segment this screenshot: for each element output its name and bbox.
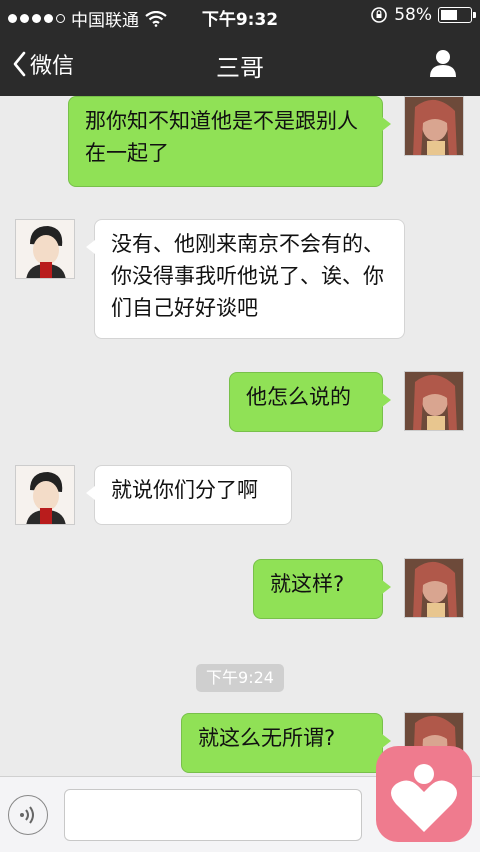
message-text: 就这么无所谓? [198,726,336,750]
my-avatar[interactable] [404,371,464,431]
message-text: 那你知不知道他是不是跟别人在一起了 [85,109,358,165]
battery-icon [438,7,476,23]
chat-title: 三哥 [216,54,264,82]
message-text: 他怎么说的 [246,385,351,409]
message-text: 就这样? [270,572,345,596]
my-avatar[interactable] [404,96,464,156]
message-input[interactable] [64,789,362,841]
avatar-photo-icon [405,97,463,155]
status-right: 58% [370,5,476,25]
heart-app-icon [391,764,457,832]
nav-bar: 微信 三哥 [0,32,480,96]
top-bar: 中国联通 下午9:32 58% 微信 三哥 [0,0,480,96]
my-avatar[interactable] [404,558,464,618]
avatar-photo-icon [405,559,463,617]
person-icon [430,50,456,77]
message-bubble-outgoing[interactable]: 就这么无所谓? [181,713,391,773]
status-bar: 中国联通 下午9:32 58% [0,0,480,32]
message-bubble-outgoing[interactable]: 就这样? [253,559,391,619]
timestamp-divider: 下午9:24 [196,664,284,692]
avatar-cartoon-icon [16,466,74,524]
chat-area[interactable]: 那你知不知道他是不是跟别人在一起了 没有、他刚来南京不会有的、你没得事我听他说了… [0,96,480,776]
message-text: 就说你们分了啊 [111,478,258,502]
rotation-lock-icon [371,7,388,23]
voice-button[interactable] [8,795,48,835]
voice-icon [20,806,34,824]
message-text: 没有、他刚来南京不会有的、你没得事我听他说了、诶、你们自己好好谈吧 [111,232,384,320]
message-bubble-incoming[interactable]: 没有、他刚来南京不会有的、你没得事我听他说了、诶、你们自己好好谈吧 [86,219,405,339]
avatar-cartoon-icon [16,220,74,278]
avatar-photo-icon [405,372,463,430]
heart-app-button[interactable] [376,746,472,842]
message-bubble-outgoing[interactable]: 他怎么说的 [229,372,391,432]
battery-fill [441,10,457,20]
message-bubble-outgoing[interactable]: 那你知不知道他是不是跟别人在一起了 [68,96,391,187]
profile-button[interactable] [428,48,458,82]
contact-avatar[interactable] [15,465,75,525]
battery-percent: 58% [394,5,432,25]
message-bubble-incoming[interactable]: 就说你们分了啊 [86,465,292,525]
contact-avatar[interactable] [15,219,75,279]
